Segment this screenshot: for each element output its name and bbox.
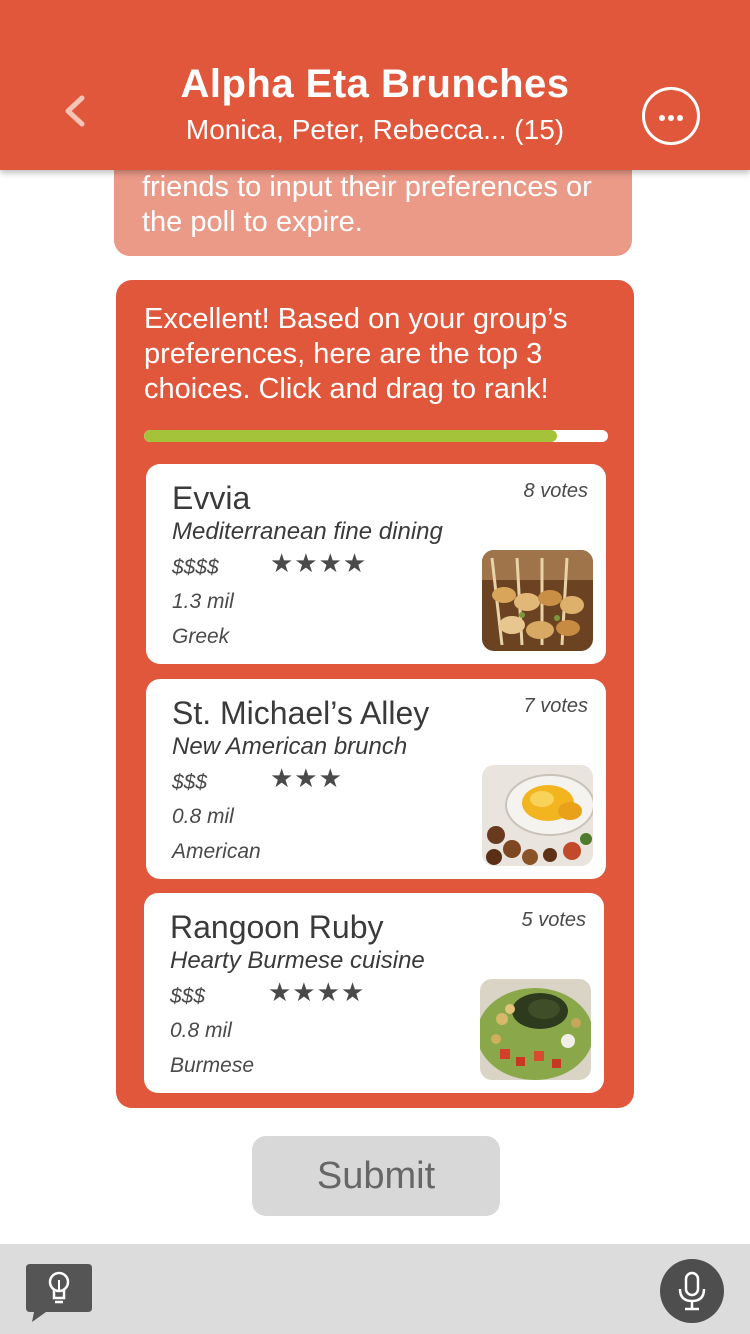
choice-distance: 1.3 mil xyxy=(172,590,234,613)
more-options-button[interactable] xyxy=(642,87,700,145)
choice-name: Rangoon Ruby xyxy=(170,909,384,945)
star-rating: ★★★ xyxy=(270,763,343,793)
poll-message: Excellent! Based on your group’s prefere… xyxy=(144,303,568,405)
previous-message-text: friends to input their preferences or th… xyxy=(142,171,592,238)
star-rating: ★★★★ xyxy=(270,548,368,578)
lightbulb-icon xyxy=(26,1264,92,1322)
choice-card-evvia[interactable]: Evvia 8 votes Mediterranean fine dining … xyxy=(146,464,606,664)
poll-progress-fill xyxy=(144,430,557,442)
choice-description: New American brunch xyxy=(172,733,408,760)
choice-price: $$$ xyxy=(170,985,206,1008)
microphone-icon xyxy=(678,1271,706,1311)
choice-votes: 8 votes xyxy=(523,480,588,502)
choice-price: $$$ xyxy=(172,771,208,794)
chat-members[interactable]: Monica, Peter, Rebecca... (15) xyxy=(0,114,750,146)
choice-cuisine: American xyxy=(172,840,261,863)
poll-card: Excellent! Based on your group’s prefere… xyxy=(116,280,634,1108)
star-rating: ★★★★ xyxy=(268,977,366,1007)
choice-price: $$$$ xyxy=(172,556,219,579)
food-photo-tea-leaf-salad xyxy=(480,979,591,1080)
header-bar: Alpha Eta Brunches Monica, Peter, Rebecc… xyxy=(0,0,750,170)
choice-cuisine: Burmese xyxy=(170,1054,255,1077)
poll-progress-bar xyxy=(144,430,608,442)
suggestion-button[interactable] xyxy=(24,1262,94,1324)
food-photo-skewers xyxy=(482,550,593,651)
chat-title: Alpha Eta Brunches xyxy=(180,62,570,106)
choice-card-rangoon-ruby[interactable]: Rangoon Ruby 5 votes Hearty Burmese cuis… xyxy=(144,893,604,1093)
food-photo-eggs-benedict xyxy=(482,765,593,866)
microphone-button[interactable] xyxy=(660,1259,724,1323)
submit-button[interactable]: Submit xyxy=(252,1136,500,1216)
bottom-bar xyxy=(0,1244,750,1334)
choice-name: Evvia xyxy=(172,480,251,516)
choice-votes: 5 votes xyxy=(521,909,586,931)
choice-cuisine: Greek xyxy=(172,625,230,648)
choice-card-st-michaels-alley[interactable]: St. Michael’s Alley 7 votes New American… xyxy=(146,679,606,879)
choice-description: Hearty Burmese cuisine xyxy=(170,947,425,974)
choice-name: St. Michael’s Alley xyxy=(172,695,430,731)
choice-votes: 7 votes xyxy=(523,695,588,717)
choice-distance: 0.8 mil xyxy=(172,805,234,828)
choice-description: Mediterranean fine dining xyxy=(172,518,443,545)
choice-distance: 0.8 mil xyxy=(170,1019,232,1042)
